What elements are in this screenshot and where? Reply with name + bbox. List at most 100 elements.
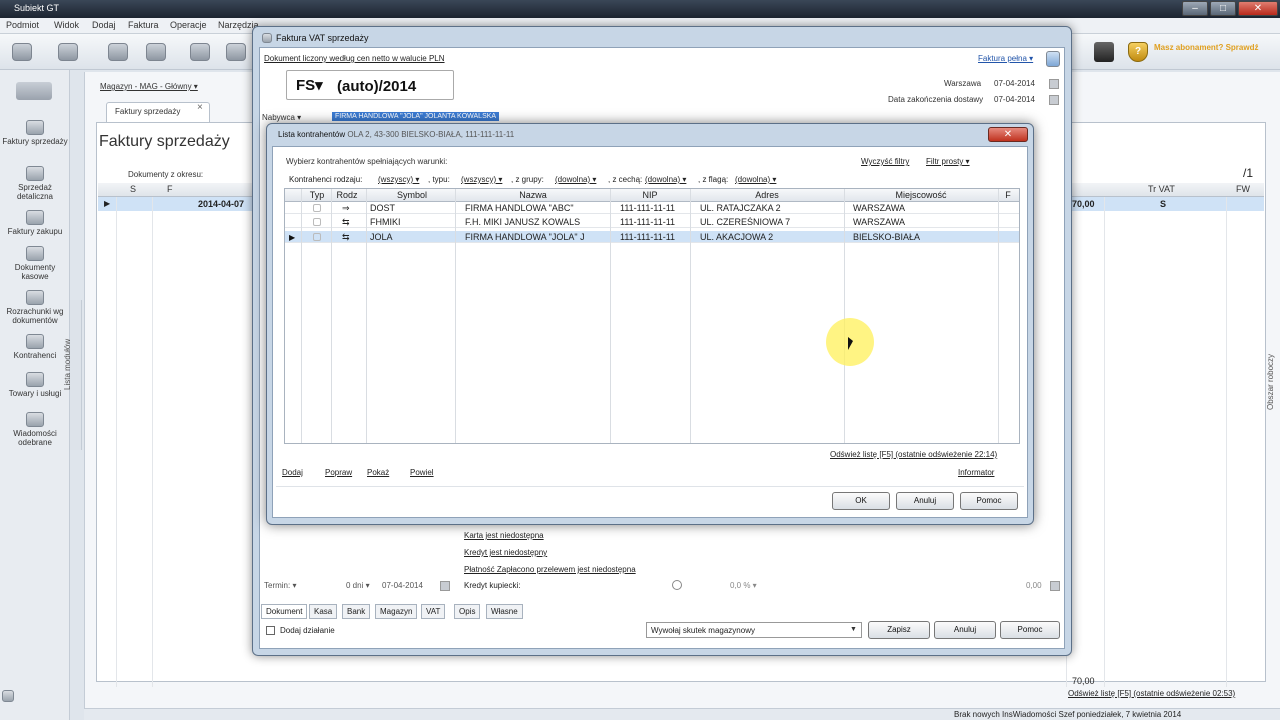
netto-currency-link[interactable]: Dokument liczony według cen netto w walu… xyxy=(264,54,445,63)
tab-faktury-sprzedazy[interactable]: Faktury sprzedaży xyxy=(106,102,210,122)
column-typ[interactable]: Typ xyxy=(304,190,330,200)
add-link[interactable]: Dodaj xyxy=(282,468,303,477)
close-button[interactable]: ✕ xyxy=(1238,1,1278,16)
column-miejscowosc[interactable]: Miejscowość xyxy=(846,190,996,200)
cube-icon[interactable] xyxy=(1094,42,1114,62)
buyer-field[interactable]: FIRMA HANDLOWA "JOLA" JOLANTA KOWALSKA xyxy=(332,112,500,121)
sidebar-item-rozrachunki[interactable]: Rozrachunki wg dokumentów xyxy=(2,290,68,325)
calendar-icon[interactable] xyxy=(1049,95,1059,105)
filter-group-value[interactable]: (dowolna) ▾ xyxy=(555,175,596,184)
contractors-icon xyxy=(26,334,44,349)
tab-wlasne[interactable]: Własne xyxy=(486,604,523,619)
tools-icon[interactable] xyxy=(190,43,210,61)
tab-opis[interactable]: Opis xyxy=(454,604,481,619)
row-vat-type: S xyxy=(1160,199,1167,209)
sidebar-item-kontrahenci[interactable]: Kontrahenci xyxy=(2,334,68,360)
menu-dodaj[interactable]: Dodaj xyxy=(92,20,116,30)
column-fw[interactable]: FW xyxy=(1236,184,1250,194)
menu-operacje[interactable]: Operacje xyxy=(170,20,207,30)
tab-magazyn[interactable]: Magazyn xyxy=(375,604,418,619)
transfer-unavailable-link[interactable]: Płatność Zapłacono przelewem jest niedos… xyxy=(464,565,636,574)
sidebar-item-faktury-zakupu[interactable]: Faktury zakupu xyxy=(2,210,68,236)
tab-bank[interactable]: Bank xyxy=(342,604,371,619)
sidebar-item-dokumenty-kasowe[interactable]: Dokumenty kasowe xyxy=(2,246,68,281)
sidebar-item-sprzedaz-detaliczna[interactable]: Sprzedaż detaliczna xyxy=(2,166,68,201)
quick-filter-link[interactable]: Filtr prosty ▾ xyxy=(926,157,970,166)
cancel-button[interactable]: Anuluj xyxy=(934,621,996,639)
folder-icon[interactable] xyxy=(58,43,78,61)
payment-date[interactable]: 07-04-2014 xyxy=(382,581,423,590)
calendar-icon[interactable] xyxy=(1049,79,1059,89)
settings-icon[interactable] xyxy=(2,690,14,702)
delivery-date[interactable]: 07-04-2014 xyxy=(994,95,1035,104)
help-button[interactable]: Pomoc xyxy=(1000,621,1060,639)
buyer-label[interactable]: Nabywca ▾ xyxy=(262,113,301,122)
sidebar-item-faktury-sprzedazy[interactable]: Faktury sprzedaży xyxy=(2,120,68,146)
credit-unavailable-link[interactable]: Kredyt jest niedostępny xyxy=(464,548,547,557)
document-icon[interactable] xyxy=(1046,51,1060,67)
column-trvat[interactable]: Tr VAT xyxy=(1148,184,1175,194)
menu-widok[interactable]: Widok xyxy=(54,20,79,30)
chevron-down-icon[interactable]: ▼ xyxy=(850,626,857,633)
issue-place[interactable]: Warszawa xyxy=(944,79,981,88)
column-adres[interactable]: Adres xyxy=(692,190,842,200)
sidebar-item-towary[interactable]: Towary i usługi xyxy=(2,372,68,398)
calculator-icon[interactable] xyxy=(1050,581,1060,591)
sidebar-bottom-icons[interactable] xyxy=(2,690,14,704)
column-f[interactable]: F xyxy=(1000,190,1016,200)
warehouse-selector[interactable]: Magazyn - MAG - Główny ▾ xyxy=(100,82,198,91)
sidebar-item-wiadomosci[interactable]: Wiadomości odebrane xyxy=(2,412,68,447)
filter-type-value[interactable]: (wszyscy) ▾ xyxy=(378,175,419,184)
payment-days[interactable]: 0 dni ▾ xyxy=(346,581,370,590)
column-nazwa[interactable]: Nazwa xyxy=(458,190,608,200)
calendar-icon[interactable] xyxy=(440,581,450,591)
clear-filters-link[interactable]: Wyczyść filtry xyxy=(861,157,909,166)
column-f[interactable]: F xyxy=(167,184,173,194)
filter-feature-value[interactable]: (dowolna) ▾ xyxy=(645,175,686,184)
column-nip[interactable]: NIP xyxy=(612,190,688,200)
tab-vat[interactable]: VAT xyxy=(421,604,446,619)
filter-kind-value[interactable]: (wszyscy) ▾ xyxy=(461,175,502,184)
person-icon xyxy=(313,233,321,241)
ok-button[interactable]: OK xyxy=(832,492,890,510)
issue-date[interactable]: 07-04-2014 xyxy=(994,79,1035,88)
add-action-checkbox[interactable] xyxy=(266,626,275,635)
column-symbol[interactable]: Symbol xyxy=(372,190,452,200)
tag-icon[interactable] xyxy=(146,43,166,61)
tab-kasa[interactable]: Kasa xyxy=(309,604,338,619)
column-rodz[interactable]: Rodz xyxy=(332,190,362,200)
edit-link[interactable]: Popraw xyxy=(325,468,352,477)
print-icon[interactable] xyxy=(12,43,32,61)
filter-flag-value[interactable]: (dowolna) ▾ xyxy=(735,175,776,184)
maximize-button[interactable]: □ xyxy=(1210,1,1236,16)
tab-dokument[interactable]: Dokument xyxy=(261,604,308,619)
grid-line xyxy=(455,189,456,443)
document-type-selector[interactable]: FS▾ xyxy=(296,76,323,94)
credit-percent[interactable]: 0,0 % ▾ xyxy=(730,581,757,590)
duplicate-link[interactable]: Powiel xyxy=(410,468,434,477)
show-link[interactable]: Pokaż xyxy=(367,468,389,477)
informator-link[interactable]: Informator xyxy=(958,468,994,477)
dialog-close-button[interactable]: ✕ xyxy=(988,127,1028,142)
shield-icon[interactable]: ? xyxy=(1128,42,1148,62)
dialog-cancel-button[interactable]: Anuluj xyxy=(896,492,954,510)
minimize-button[interactable]: – xyxy=(1182,1,1208,16)
invoice-type-link[interactable]: Faktura pełna ▾ xyxy=(978,54,1033,63)
warehouse-effect-select[interactable]: Wywołaj skutek magazynowy xyxy=(646,622,862,638)
menu-faktura[interactable]: Faktura xyxy=(128,20,159,30)
info-icon[interactable] xyxy=(226,43,246,61)
credit-radio[interactable] xyxy=(672,580,682,590)
tab-close-icon[interactable]: × xyxy=(197,102,203,113)
save-button[interactable]: Zapisz xyxy=(868,621,930,639)
credit-amount[interactable]: 0,00 xyxy=(1026,581,1042,590)
dialog-help-button[interactable]: Pomoc xyxy=(960,492,1018,510)
payment-term-label[interactable]: Termin: ▾ xyxy=(264,581,296,590)
refresh-list-link[interactable]: Odśwież listę [F5] (ostatnie odświeżenie… xyxy=(1068,689,1235,698)
menu-podmiot[interactable]: Podmiot xyxy=(6,20,39,30)
document-number[interactable]: (auto)/2014 xyxy=(337,78,416,95)
card-unavailable-link[interactable]: Karta jest niedostępna xyxy=(464,531,544,540)
dialog-refresh-link[interactable]: Odśwież listę [F5] (ostatnie odświeżenie… xyxy=(830,450,997,459)
subscription-link[interactable]: Masz abonament? Sprawdź xyxy=(1154,43,1264,53)
column-s[interactable]: S xyxy=(130,184,136,194)
user-icon[interactable] xyxy=(108,43,128,61)
